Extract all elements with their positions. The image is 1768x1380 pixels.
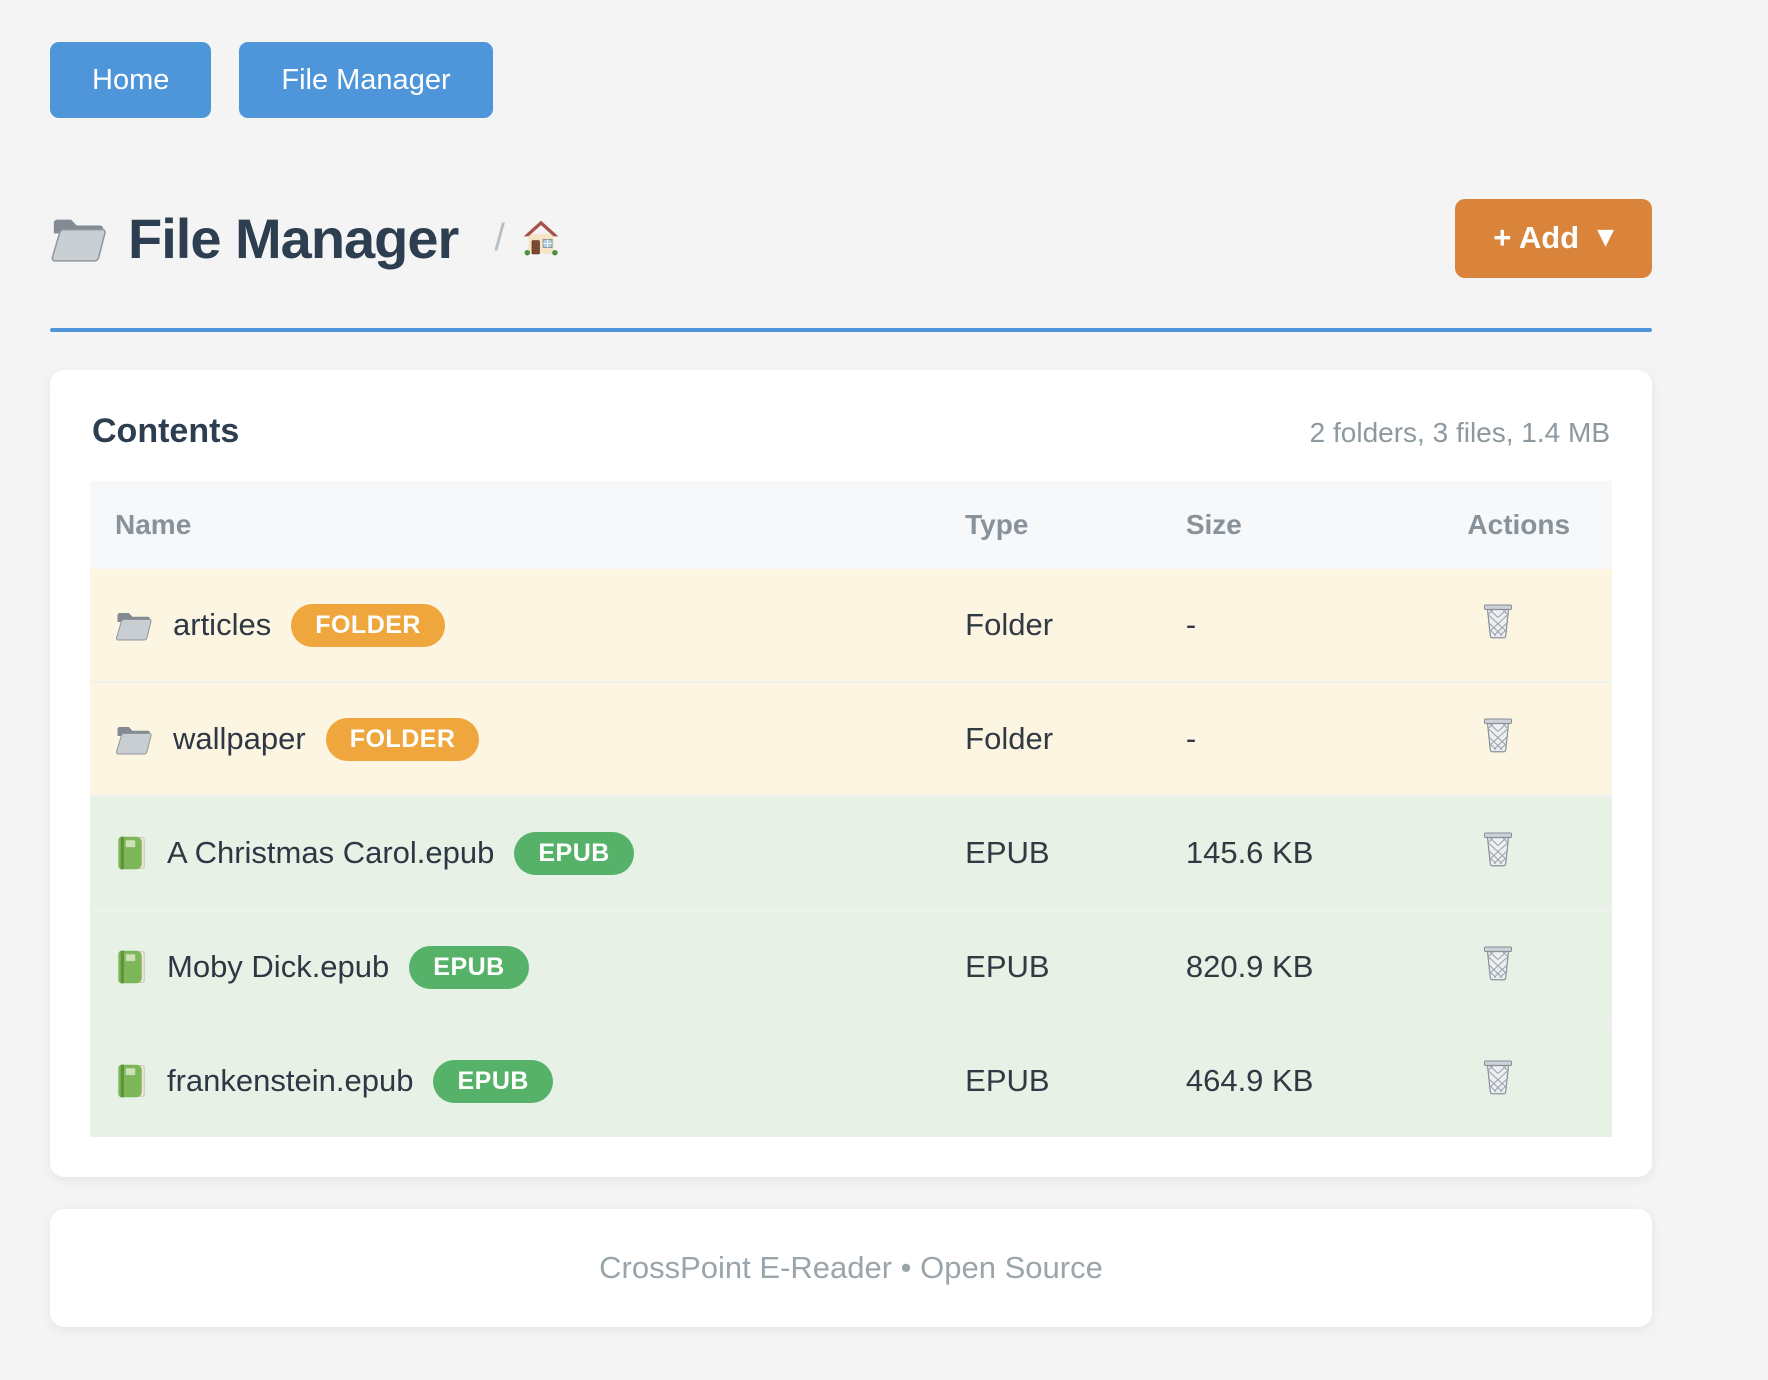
file-table: Name Type Size Actions articles FOLDER — [90, 481, 1612, 1137]
trash-icon — [1481, 602, 1515, 640]
size-cell: - — [1186, 682, 1468, 796]
type-cell: EPUB — [965, 910, 1186, 1024]
type-cell: EPUB — [965, 796, 1186, 910]
add-button-label: + Add — [1493, 220, 1579, 256]
table-row-moby-dick[interactable]: Moby Dick.epub EPUB EPUB 820.9 KB — [90, 910, 1612, 1024]
table-header-row: Name Type Size Actions — [90, 481, 1612, 569]
table-row-articles[interactable]: articles FOLDER Folder - — [90, 569, 1612, 682]
type-cell: Folder — [965, 682, 1186, 796]
file-name: frankenstein.epub — [167, 1063, 413, 1099]
delete-button[interactable] — [1481, 602, 1515, 640]
file-name: Moby Dick.epub — [167, 949, 389, 985]
trash-icon — [1481, 1058, 1515, 1096]
page-title-group: File Manager / — [50, 206, 561, 271]
folder-icon — [115, 723, 153, 755]
type-cell: Folder — [965, 569, 1186, 682]
footer: CrossPoint E-Reader • Open Source — [50, 1209, 1652, 1327]
column-header-type: Type — [965, 481, 1186, 569]
chevron-down-icon: ▼ — [1597, 227, 1614, 249]
trash-icon — [1481, 716, 1515, 754]
contents-summary: 2 folders, 3 files, 1.4 MB — [1310, 417, 1610, 449]
contents-card: Contents 2 folders, 3 files, 1.4 MB Name… — [50, 370, 1652, 1177]
column-header-size: Size — [1186, 481, 1468, 569]
contents-card-header: Contents 2 folders, 3 files, 1.4 MB — [90, 410, 1612, 451]
trash-icon — [1481, 944, 1515, 982]
delete-button[interactable] — [1481, 830, 1515, 868]
size-cell: 820.9 KB — [1186, 910, 1468, 1024]
open-folder-icon — [50, 213, 108, 263]
folder-badge: FOLDER — [326, 718, 480, 761]
column-header-actions: Actions — [1467, 481, 1612, 569]
size-cell: 464.9 KB — [1186, 1024, 1468, 1137]
contents-title: Contents — [92, 412, 239, 451]
page-container: Home File Manager File Manager / + Add ▼… — [50, 0, 1652, 1327]
footer-text: CrossPoint E-Reader • Open Source — [599, 1250, 1103, 1286]
delete-button[interactable] — [1481, 716, 1515, 754]
table-row-frankenstein[interactable]: frankenstein.epub EPUB EPUB 464.9 KB — [90, 1024, 1612, 1137]
file-name: A Christmas Carol.epub — [167, 835, 494, 871]
file-name: articles — [173, 607, 271, 643]
house-icon[interactable] — [521, 219, 561, 257]
breadcrumb-separator: / — [494, 217, 505, 260]
size-cell: - — [1186, 569, 1468, 682]
trash-icon — [1481, 830, 1515, 868]
green-book-icon — [115, 1063, 147, 1099]
breadcrumb: / — [494, 217, 561, 260]
table-row-wallpaper[interactable]: wallpaper FOLDER Folder - — [90, 682, 1612, 796]
epub-badge: EPUB — [409, 946, 528, 989]
page-header: File Manager / + Add ▼ — [50, 188, 1652, 288]
green-book-icon — [115, 949, 147, 985]
delete-button[interactable] — [1481, 1058, 1515, 1096]
page-title: File Manager — [128, 206, 458, 271]
column-header-name: Name — [90, 481, 965, 569]
folder-badge: FOLDER — [291, 604, 445, 647]
type-cell: EPUB — [965, 1024, 1186, 1137]
top-nav: Home File Manager — [50, 42, 1652, 118]
delete-button[interactable] — [1481, 944, 1515, 982]
add-button[interactable]: + Add ▼ — [1455, 199, 1652, 278]
file-name: wallpaper — [173, 721, 306, 757]
epub-badge: EPUB — [514, 832, 633, 875]
nav-file-manager-button[interactable]: File Manager — [239, 42, 492, 118]
title-divider — [50, 328, 1652, 332]
size-cell: 145.6 KB — [1186, 796, 1468, 910]
nav-home-button[interactable]: Home — [50, 42, 211, 118]
folder-icon — [115, 609, 153, 641]
green-book-icon — [115, 835, 147, 871]
table-row-a-christmas-carol[interactable]: A Christmas Carol.epub EPUB EPUB 145.6 K… — [90, 796, 1612, 910]
epub-badge: EPUB — [433, 1060, 552, 1103]
